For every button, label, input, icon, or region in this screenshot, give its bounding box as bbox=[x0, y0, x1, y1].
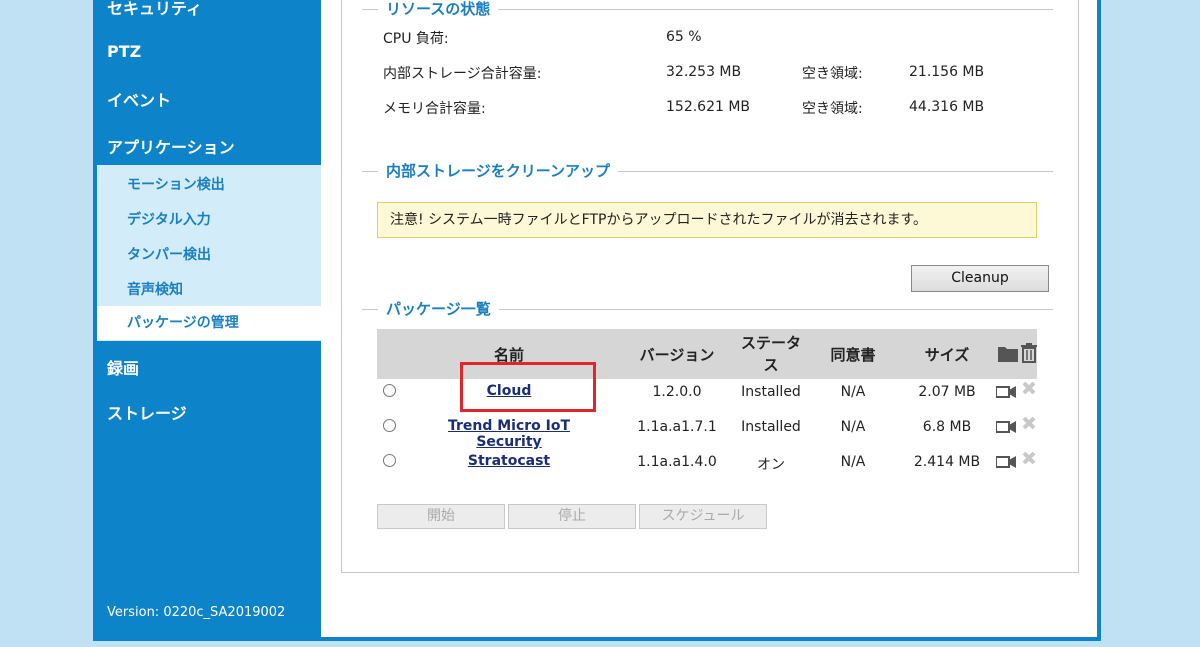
stop-button[interactable]: 停止 bbox=[508, 504, 636, 529]
nav-recording[interactable]: 録画 bbox=[107, 355, 139, 379]
memory-total-value: 152.621 MB bbox=[666, 99, 751, 115]
package-size: 6.8 MB bbox=[922, 419, 972, 435]
main-panel: リソースの状態 CPU 負荷: 65 % 内部ストレージ合計容量: 32.253… bbox=[321, 0, 1097, 637]
row-radio[interactable] bbox=[383, 384, 396, 397]
nav-application[interactable]: アプリケーション bbox=[107, 134, 235, 158]
storage-total-label: 内部ストレージ合計容量: bbox=[383, 66, 542, 82]
sub-package-management[interactable]: パッケージの管理 bbox=[97, 306, 321, 340]
version-text: Version: 0220c_SA2019002 bbox=[107, 605, 286, 620]
storage-free-value: 21.156 MB bbox=[909, 64, 985, 80]
sub-tamper-detection[interactable]: タンパー検出 bbox=[127, 244, 211, 264]
sub-digital-input[interactable]: デジタル入力 bbox=[127, 209, 211, 229]
application-submenu: モーション検出 デジタル入力 タンパー検出 音声検知 パッケージの管理 bbox=[97, 165, 321, 341]
start-button[interactable]: 開始 bbox=[377, 504, 505, 529]
package-name-link[interactable]: Stratocast bbox=[417, 453, 601, 469]
cpu-value: 65 % bbox=[666, 29, 702, 45]
row-radio[interactable] bbox=[383, 419, 396, 432]
cleanup-button[interactable]: Cleanup bbox=[911, 265, 1049, 292]
resources-title: リソースの状態 bbox=[378, 0, 499, 19]
cpu-label: CPU 負荷: bbox=[383, 31, 449, 47]
storage-total-value: 32.253 MB bbox=[666, 64, 742, 80]
col-status: ステータ ス bbox=[733, 332, 809, 376]
col-version: バージョン bbox=[639, 346, 715, 364]
package-version: 1.1a.a1.7.1 bbox=[637, 419, 717, 435]
nav-storage[interactable]: ストレージ bbox=[107, 400, 187, 424]
cleanup-notice: 注意! システム一時ファイルとFTPからアップロードされたファイルが消去されます… bbox=[377, 202, 1037, 238]
package-license: N/A bbox=[840, 419, 866, 435]
camera-icon[interactable] bbox=[996, 421, 1016, 433]
packages-title: パッケージ一覧 bbox=[378, 298, 499, 319]
remove-icon[interactable] bbox=[1022, 416, 1036, 430]
cleanup-title: 内部ストレージをクリーンアップ bbox=[378, 160, 618, 181]
camera-icon[interactable] bbox=[996, 386, 1016, 398]
trash-icon[interactable] bbox=[1020, 343, 1038, 363]
package-version: 1.2.0.0 bbox=[652, 384, 702, 400]
memory-free-value: 44.316 MB bbox=[909, 99, 985, 115]
schedule-button[interactable]: スケジュール bbox=[639, 504, 767, 529]
package-status: オン bbox=[757, 457, 785, 473]
row-radio[interactable] bbox=[383, 454, 396, 467]
col-status-line2: ス bbox=[763, 356, 779, 374]
package-status: Installed bbox=[741, 419, 801, 435]
remove-icon[interactable] bbox=[1022, 451, 1036, 465]
package-license: N/A bbox=[840, 454, 866, 470]
package-size: 2.414 MB bbox=[913, 454, 981, 470]
storage-free-label: 空き領域: bbox=[802, 66, 863, 82]
table-row: Stratocast 1.1a.a1.4.0 オン N/A 2.414 MB bbox=[377, 445, 1037, 479]
memory-free-label: 空き領域: bbox=[802, 101, 863, 117]
memory-total-label: メモリ合計容量: bbox=[383, 101, 486, 117]
col-size: サイズ bbox=[924, 346, 970, 364]
package-license: N/A bbox=[840, 384, 866, 400]
nav-event[interactable]: イベント bbox=[107, 87, 171, 111]
content-box: リソースの状態 CPU 負荷: 65 % 内部ストレージ合計容量: 32.253… bbox=[341, 0, 1079, 573]
package-version: 1.1a.a1.4.0 bbox=[637, 454, 717, 470]
col-license: 同意書 bbox=[830, 346, 876, 364]
nav-security[interactable]: セキュリティ bbox=[107, 0, 202, 19]
sub-motion-detection[interactable]: モーション検出 bbox=[127, 174, 225, 194]
sidebar: セキュリティ PTZ イベント アプリケーション モーション検出 デジタル入力 … bbox=[93, 0, 321, 641]
highlight-box bbox=[460, 362, 596, 412]
sub-audio-detection[interactable]: 音声検知 bbox=[127, 279, 183, 299]
package-size: 2.07 MB bbox=[918, 384, 976, 400]
table-row: Trend Micro IoT Security 1.1a.a1.7.1 Ins… bbox=[377, 410, 1037, 450]
remove-icon[interactable] bbox=[1022, 381, 1036, 395]
nav-ptz[interactable]: PTZ bbox=[107, 42, 141, 61]
folder-icon[interactable] bbox=[997, 343, 1019, 363]
camera-icon[interactable] bbox=[996, 456, 1016, 468]
col-status-line1: ステータ bbox=[740, 334, 801, 352]
package-status: Installed bbox=[741, 384, 801, 400]
